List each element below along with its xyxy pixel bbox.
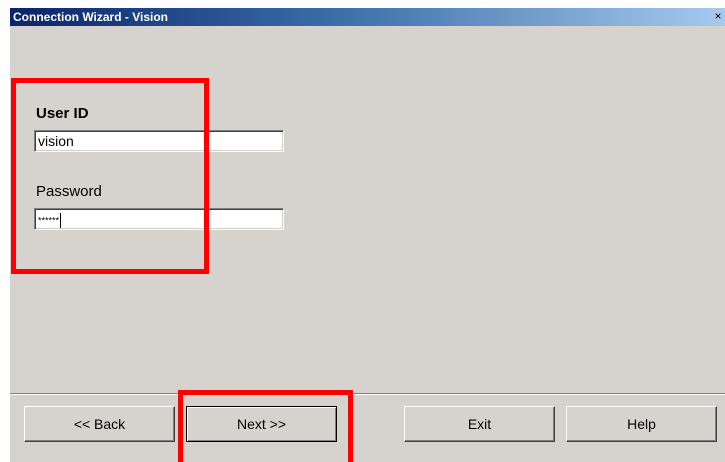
close-icon[interactable]: × — [712, 9, 724, 24]
help-button[interactable]: Help — [566, 406, 717, 442]
exit-button[interactable]: Exit — [404, 406, 555, 442]
user-id-input[interactable]: vision — [34, 130, 284, 152]
back-button[interactable]: << Back — [24, 406, 175, 442]
window-title: Connection Wizard - Vision — [13, 10, 169, 24]
user-id-label: User ID — [36, 105, 89, 122]
password-mask: ****** — [38, 215, 60, 226]
password-input[interactable]: ****** — [34, 208, 284, 230]
button-separator — [10, 393, 725, 395]
password-label: Password — [36, 183, 102, 200]
connection-wizard-dialog: Connection Wizard - Vision × User ID vis… — [10, 8, 725, 462]
title-bar: Connection Wizard - Vision × — [10, 8, 725, 26]
text-caret — [60, 212, 62, 228]
next-button[interactable]: Next >> — [186, 406, 337, 442]
